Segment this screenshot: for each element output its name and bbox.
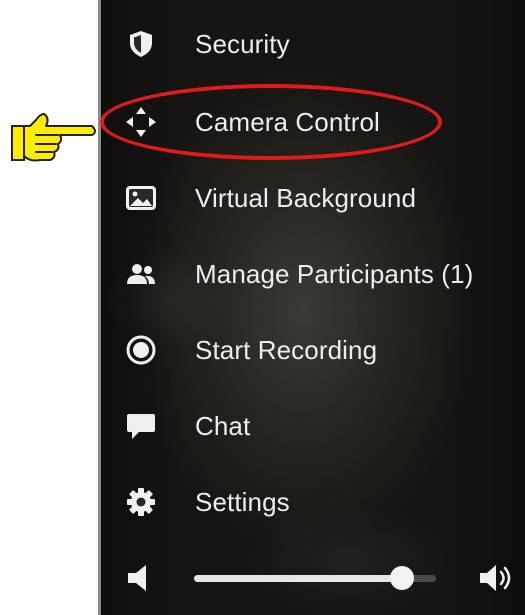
move-arrows-icon (124, 105, 158, 139)
record-icon (124, 333, 158, 367)
menu-item-security[interactable]: Security (98, 14, 525, 74)
volume-high-icon[interactable] (478, 563, 512, 593)
menu-item-manage-participants[interactable]: Manage Participants (1) (98, 244, 525, 304)
menu-item-label: Virtual Background (195, 182, 417, 213)
image-icon (124, 181, 158, 215)
menu-item-label: Settings (195, 486, 290, 517)
menu-item-settings[interactable]: Settings (98, 472, 525, 532)
pointing-hand-icon (6, 108, 98, 164)
chat-bubble-icon (124, 409, 158, 443)
volume-low-icon[interactable] (124, 563, 158, 593)
menu-item-label: Camera Control (195, 106, 380, 137)
menu-item-virtual-background[interactable]: Virtual Background (98, 168, 525, 228)
gear-icon (124, 485, 158, 519)
volume-slider[interactable] (194, 566, 436, 590)
menu-item-label: Security (195, 28, 290, 59)
screenshot-stage: Security Camera Control Virtual Backgrou… (0, 0, 525, 615)
menu-item-chat[interactable]: Chat (98, 396, 525, 456)
shield-icon (124, 27, 158, 61)
menu-item-label: Chat (195, 410, 251, 441)
volume-slider-fill (194, 575, 403, 582)
volume-control (98, 548, 525, 608)
participants-icon (124, 257, 158, 291)
menu-item-label: Manage Participants (1) (195, 258, 474, 289)
menu-item-label: Start Recording (195, 334, 378, 365)
menu-item-start-recording[interactable]: Start Recording (98, 320, 525, 380)
volume-slider-thumb[interactable] (390, 566, 415, 590)
meeting-more-menu: Security Camera Control Virtual Backgrou… (98, 0, 525, 615)
menu-item-camera-control[interactable]: Camera Control (98, 92, 525, 152)
